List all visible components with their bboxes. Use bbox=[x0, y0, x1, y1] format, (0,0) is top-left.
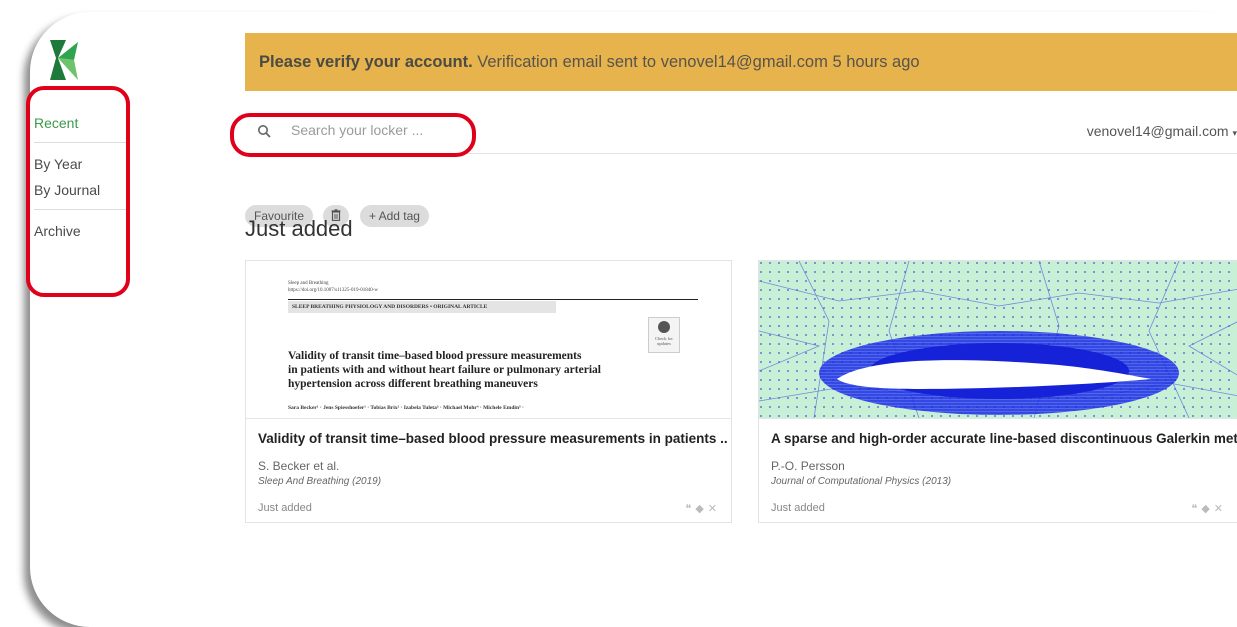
cite-icon[interactable]: ❝ bbox=[685, 503, 695, 515]
thumb-title: Validity of transit time–based blood pre… bbox=[288, 349, 601, 391]
thumb-doi: https://doi.org/10.1007/s11325-019-01840… bbox=[288, 288, 378, 293]
article-card[interactable]: A sparse and high-order accurate line-ba… bbox=[758, 260, 1237, 523]
tag-icon[interactable]: ◆ bbox=[695, 503, 707, 515]
app-logo bbox=[50, 40, 78, 80]
check-updates-badge: Check for updates bbox=[648, 317, 680, 353]
user-email: venovel14@gmail.com bbox=[1086, 123, 1229, 139]
article-journal: Journal of Computational Physics (2013) bbox=[771, 476, 952, 487]
tag-icon[interactable]: ◆ bbox=[1201, 503, 1213, 515]
thumb-title-line: in patients with and without heart failu… bbox=[288, 364, 601, 376]
article-authors: S. Becker et al. bbox=[258, 459, 340, 473]
article-card[interactable]: Sleep and Breathing https://doi.org/10.1… bbox=[245, 260, 732, 523]
article-authors: P.-O. Persson bbox=[771, 459, 845, 473]
thumb-authors: Sara Becker¹ · Jens Spiesshoefer¹ · Tobi… bbox=[288, 405, 524, 411]
caret-down-icon: ▾ bbox=[1232, 128, 1237, 138]
card-actions: ❝◆✕ bbox=[1191, 502, 1227, 515]
close-icon[interactable]: ✕ bbox=[708, 503, 721, 515]
add-tag-button[interactable]: + Add tag bbox=[359, 205, 429, 227]
article-thumbnail bbox=[759, 261, 1237, 419]
article-journal: Sleep And Breathing (2019) bbox=[258, 476, 382, 487]
banner-message: Verification email sent to venovel14@gma… bbox=[472, 53, 920, 71]
card-actions: ❝◆✕ bbox=[685, 502, 721, 515]
banner-heading: Please verify your account. bbox=[259, 53, 473, 71]
thumb-category: SLEEP BREATHING PHYSIOLOGY AND DISORDERS… bbox=[292, 304, 488, 310]
check-updates-label: Check for updates bbox=[655, 336, 673, 346]
article-title[interactable]: Validity of transit time–based blood pre… bbox=[258, 431, 728, 446]
thumb-title-line: hypertension across different breathing … bbox=[288, 378, 538, 390]
user-menu[interactable]: venovel14@gmail.com ▾ bbox=[1087, 123, 1237, 139]
thumb-title-line: Validity of transit time–based blood pre… bbox=[288, 350, 582, 362]
sidebar-highlight bbox=[26, 86, 130, 297]
article-title[interactable]: A sparse and high-order accurate line-ba… bbox=[771, 431, 1237, 446]
check-updates-icon bbox=[658, 321, 670, 333]
close-icon[interactable]: ✕ bbox=[1214, 503, 1227, 515]
mesh-figure bbox=[759, 261, 1237, 418]
article-status: Just added bbox=[258, 502, 312, 514]
article-thumbnail: Sleep and Breathing https://doi.org/10.1… bbox=[246, 261, 731, 419]
verification-banner: Please verify your account. Verification… bbox=[245, 33, 1237, 91]
article-status: Just added bbox=[771, 502, 825, 514]
cite-icon[interactable]: ❝ bbox=[1191, 503, 1201, 515]
section-title: Just added bbox=[245, 216, 353, 241]
search-highlight bbox=[230, 113, 476, 157]
thumb-journal: Sleep and Breathing bbox=[288, 281, 329, 286]
